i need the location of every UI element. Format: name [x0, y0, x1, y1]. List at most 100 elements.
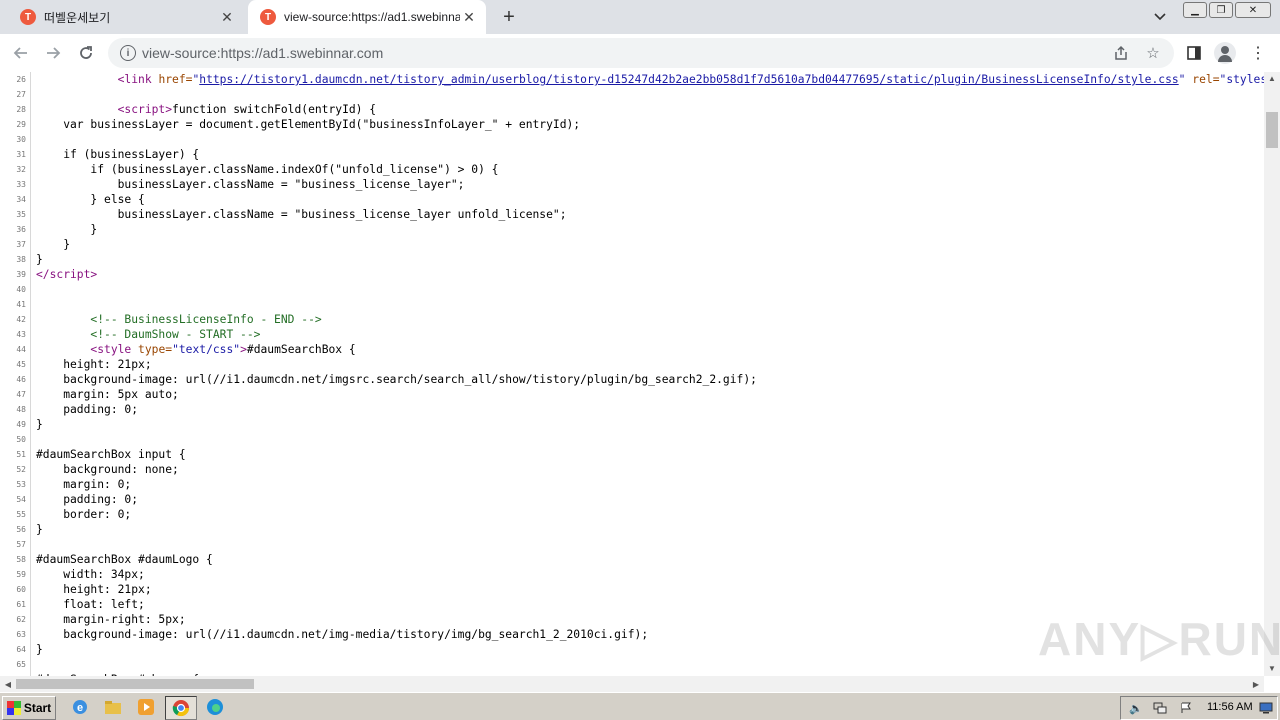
- source-line: 37 }: [0, 237, 1264, 252]
- tab-strip: T 떠벨운세보기 ✕ T view-source:https://ad1.swe…: [0, 0, 1280, 34]
- arrow-left-icon: [13, 47, 27, 59]
- line-code: }: [36, 223, 98, 236]
- source-line: 49}: [0, 417, 1264, 432]
- line-code: var businessLayer = document.getElementB…: [36, 118, 581, 131]
- close-window-icon[interactable]: ✕: [1235, 2, 1271, 18]
- line-number: 54: [16, 495, 26, 504]
- line-code: } else {: [36, 193, 145, 206]
- close-tab-icon[interactable]: ✕: [460, 8, 478, 26]
- speaker-icon[interactable]: 🔈: [1129, 701, 1143, 715]
- line-number: 37: [16, 240, 26, 249]
- line-number: 63: [16, 630, 26, 639]
- side-panel-icon[interactable]: [1184, 43, 1204, 63]
- line-number: 56: [16, 525, 26, 534]
- vertical-scrollbar[interactable]: ▲ ▼: [1264, 72, 1280, 676]
- back-button[interactable]: [10, 42, 32, 64]
- line-number: 46: [16, 375, 26, 384]
- profile-avatar-icon[interactable]: [1214, 42, 1236, 64]
- horizontal-scrollbar[interactable]: ◀ ▶: [0, 676, 1264, 692]
- horizontal-scroll-thumb[interactable]: [16, 679, 254, 689]
- line-code: }: [36, 523, 43, 536]
- file-explorer-icon[interactable]: [101, 696, 125, 718]
- line-code: float: left;: [36, 598, 145, 611]
- browser-toolbar: i view-source:https://ad1.swebinnar.com …: [0, 34, 1280, 73]
- line-number: 33: [16, 180, 26, 189]
- line-number: 48: [16, 405, 26, 414]
- show-desktop-icon[interactable]: [1259, 701, 1273, 715]
- scroll-right-icon[interactable]: ▶: [1248, 676, 1264, 692]
- source-line: 44 <style type="text/css">#daumSearchBox…: [0, 342, 1264, 357]
- line-number: 52: [16, 465, 26, 474]
- line-number: 55: [16, 510, 26, 519]
- line-number: 43: [16, 330, 26, 339]
- edge-icon[interactable]: [203, 696, 227, 718]
- line-code: if (businessLayer.className.indexOf("unf…: [36, 163, 499, 176]
- line-number: 61: [16, 600, 26, 609]
- taskbar-clock: 11:56 AM: [1207, 701, 1253, 713]
- tistory-favicon-icon: T: [260, 9, 276, 25]
- scroll-up-icon[interactable]: ▲: [1264, 72, 1280, 84]
- reload-button[interactable]: [75, 42, 97, 64]
- address-url[interactable]: view-source:https://ad1.swebinnar.com: [142, 45, 383, 61]
- vertical-scroll-thumb[interactable]: [1266, 112, 1278, 148]
- address-bar[interactable]: i view-source:https://ad1.swebinnar.com …: [108, 38, 1174, 68]
- line-number: 28: [16, 105, 26, 114]
- line-number: 36: [16, 225, 26, 234]
- source-line: 47 margin: 5px auto;: [0, 387, 1264, 402]
- source-line: 39 </script>: [0, 267, 1264, 282]
- start-button[interactable]: Start: [2, 696, 56, 720]
- source-line: 43 <!-- DaumShow - START -->: [0, 327, 1264, 342]
- line-number: 29: [16, 120, 26, 129]
- network-icon[interactable]: [1153, 701, 1167, 715]
- windows-flag-icon: [6, 701, 21, 715]
- line-number: 27: [16, 90, 26, 99]
- tab-search-chevron-icon[interactable]: [1150, 8, 1170, 26]
- source-line: 58 #daumSearchBox #daumLogo {: [0, 552, 1264, 567]
- tab-fortune[interactable]: T 떠벨운세보기 ✕: [8, 0, 244, 34]
- line-code: border: 0;: [36, 508, 132, 521]
- reload-icon: [80, 46, 92, 59]
- close-tab-icon[interactable]: ✕: [218, 8, 236, 26]
- tistory-favicon-icon: T: [20, 9, 36, 25]
- line-number: 50: [16, 435, 26, 444]
- action-center-flag-icon[interactable]: [1179, 701, 1193, 715]
- line-number: 59: [16, 570, 26, 579]
- tab-view-source[interactable]: T view-source:https://ad1.swebinnar. ✕: [248, 0, 486, 34]
- line-number: 62: [16, 615, 26, 624]
- source-line: 53 margin: 0;: [0, 477, 1264, 492]
- line-number: 26: [16, 75, 26, 84]
- line-code: businessLayer.className = "business_lice…: [36, 178, 465, 191]
- source-line: 36 }: [0, 222, 1264, 237]
- chrome-taskbar-icon[interactable]: [165, 696, 197, 720]
- line-number: 38: [16, 255, 26, 264]
- media-player-icon[interactable]: [134, 696, 158, 718]
- line-number: 47: [16, 390, 26, 399]
- line-code: businessLayer.className = "business_lice…: [36, 208, 567, 221]
- scroll-left-icon[interactable]: ◀: [0, 676, 16, 692]
- line-number: 65: [16, 660, 26, 669]
- line-code: height: 21px;: [36, 358, 152, 371]
- line-number: 32: [16, 165, 26, 174]
- bookmark-star-icon[interactable]: ☆: [1144, 44, 1162, 62]
- info-icon[interactable]: i: [120, 45, 136, 61]
- source-line: 60 height: 21px;: [0, 582, 1264, 597]
- share-icon[interactable]: [1112, 44, 1130, 62]
- forward-button[interactable]: [42, 42, 64, 64]
- new-tab-button[interactable]: +: [498, 6, 520, 28]
- tab-title: 떠벨운세보기: [44, 10, 111, 25]
- source-line: 56}: [0, 522, 1264, 537]
- view-source-content[interactable]: 26 <link href="https://tistory1.daumcdn.…: [0, 72, 1264, 676]
- menu-kebab-icon[interactable]: ⋮: [1248, 43, 1268, 63]
- line-number: 53: [16, 480, 26, 489]
- source-line: 40: [0, 282, 1264, 297]
- line-code: background: none;: [36, 463, 179, 476]
- line-number: 42: [16, 315, 26, 324]
- restore-icon[interactable]: ❐: [1209, 2, 1233, 18]
- start-label: Start: [23, 701, 52, 715]
- source-line: 27: [0, 87, 1264, 102]
- line-code: <link href="https://tistory1.daumcdn.net…: [117, 73, 1264, 86]
- line-code: if (businessLayer) {: [36, 148, 200, 161]
- line-number: 35: [16, 210, 26, 219]
- internet-explorer-icon[interactable]: e: [68, 696, 92, 718]
- minimize-icon[interactable]: ▁: [1183, 2, 1207, 18]
